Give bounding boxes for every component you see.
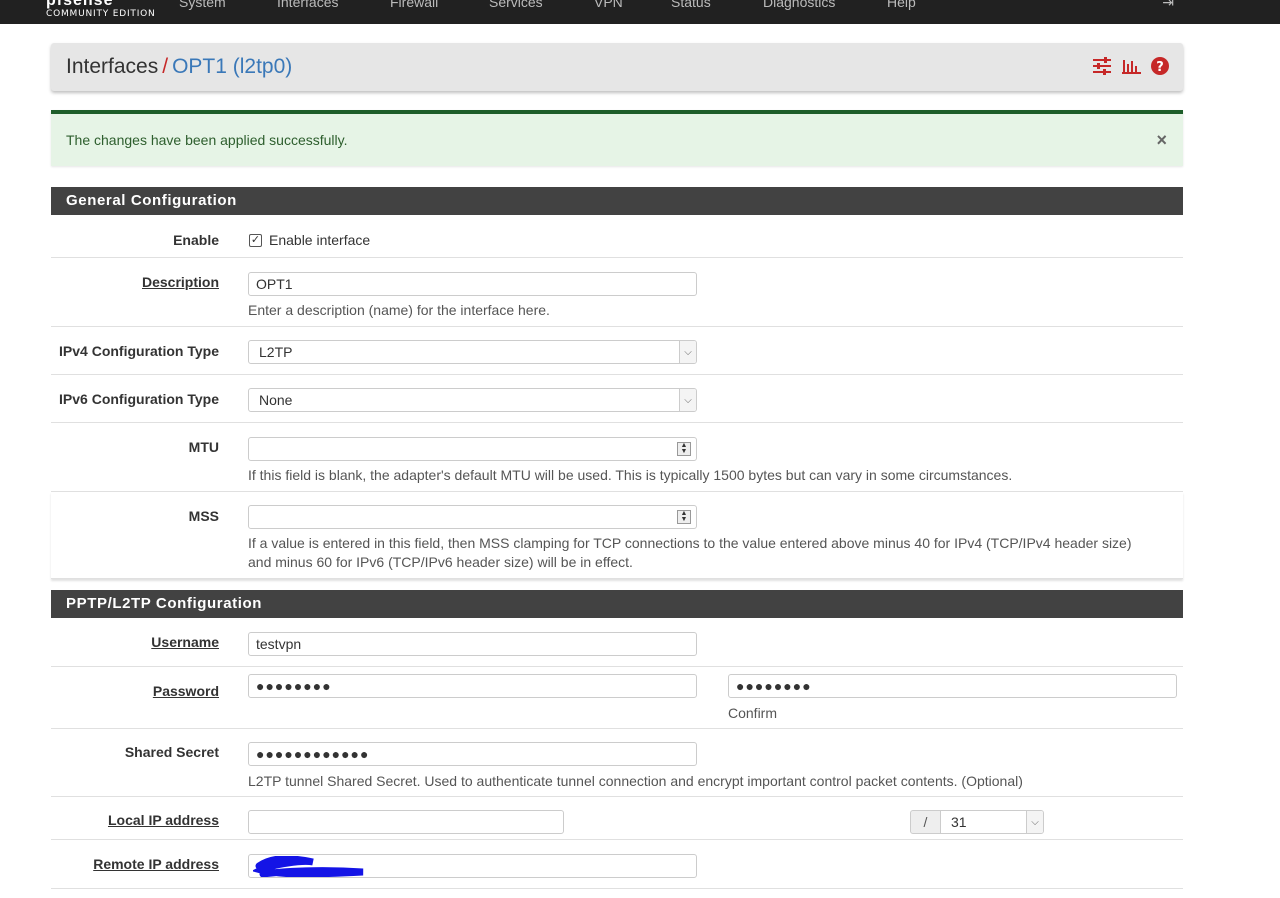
description-help: Enter a description (name) for the inter…: [248, 302, 550, 318]
breadcrumb-bar: Interfaces / OPT1 (l2tp0) ?: [51, 43, 1183, 91]
shared-secret-row: Shared Secret ●●●●●●●●●●●● L2TP tunnel S…: [51, 729, 1183, 797]
subnet-value: 31: [951, 814, 967, 830]
nav-diagnostics[interactable]: Diagnostics: [763, 0, 835, 10]
spinner-icon[interactable]: ▲ ▼: [677, 442, 691, 456]
logo-edition: COMMUNITY EDITION: [46, 9, 156, 19]
breadcrumb-separator: /: [162, 55, 169, 78]
local-ip-label: Local IP address: [107, 812, 219, 828]
ipv6-type-select[interactable]: None ⌵: [248, 388, 697, 412]
description-input[interactable]: OPT1: [248, 272, 697, 296]
chevron-down-icon: ⌵: [679, 389, 696, 411]
description-row: Description OPT1 Enter a description (na…: [51, 258, 1183, 327]
mss-input[interactable]: ▲ ▼: [248, 505, 697, 529]
password-confirm-input[interactable]: ●●●●●●●●: [728, 674, 1177, 698]
enable-checkbox[interactable]: ✓: [249, 234, 262, 247]
nav-system[interactable]: System: [179, 0, 226, 10]
password-label: Password: [152, 683, 219, 699]
breadcrumb: Interfaces / OPT1 (l2tp0): [66, 55, 292, 79]
breadcrumb-parent[interactable]: Interfaces: [66, 55, 158, 78]
remote-ip-row: Remote IP address: [51, 840, 1183, 889]
bar-chart-icon[interactable]: [1122, 58, 1141, 79]
mss-label: MSS: [188, 508, 219, 524]
ipv6-type-value: None: [259, 392, 293, 408]
nav-status[interactable]: Status: [671, 0, 711, 10]
help-icon[interactable]: ?: [1151, 57, 1169, 80]
spinner-icon[interactable]: ▲ ▼: [677, 510, 691, 524]
mtu-help: If this field is blank, the adapter's de…: [248, 467, 1013, 483]
redaction-scribble: [253, 856, 364, 877]
next-row: [51, 889, 1183, 898]
description-label: Description: [141, 274, 219, 290]
shared-secret-label: Shared Secret: [124, 744, 219, 760]
remote-ip-input[interactable]: [248, 854, 697, 878]
svg-text:?: ?: [1156, 60, 1164, 75]
password-input[interactable]: ●●●●●●●●: [248, 674, 697, 698]
sliders-icon[interactable]: [1092, 57, 1112, 80]
ipv4-type-row: IPv4 Configuration Type L2TP ⌵: [51, 327, 1183, 375]
mss-help: If a value is entered in this field, the…: [248, 535, 1132, 570]
mtu-label: MTU: [188, 439, 219, 455]
pfsense-logo[interactable]: pfsense COMMUNITY EDITION: [46, 0, 156, 24]
username-label: Username: [151, 634, 219, 650]
success-alert: The changes have been applied successful…: [51, 110, 1183, 166]
alert-message: The changes have been applied successful…: [66, 132, 348, 148]
remote-ip-label: Remote IP address: [93, 856, 219, 872]
close-icon[interactable]: ×: [1156, 130, 1167, 151]
ipv4-type-label: IPv4 Configuration Type: [59, 343, 219, 359]
nav-interfaces[interactable]: Interfaces: [277, 0, 338, 10]
enable-text[interactable]: Enable interface: [269, 232, 370, 248]
ipv4-type-value: L2TP: [259, 344, 293, 360]
ipv6-type-row: IPv6 Configuration Type None ⌵: [51, 375, 1183, 423]
mtu-row: MTU ▲ ▼ If this field is blank, the adapt…: [51, 423, 1183, 492]
username-row: Username testvpn: [51, 618, 1183, 667]
enable-label: Enable: [173, 232, 219, 248]
password-row: Password ●●●●●●●● ●●●●●●●● Confirm: [51, 667, 1183, 729]
local-ip-row: Local IP address / 31 ⌵: [51, 797, 1183, 840]
nav-help[interactable]: Help: [887, 0, 916, 10]
breadcrumb-current[interactable]: OPT1 (l2tp0): [172, 55, 292, 78]
logout-icon[interactable]: ⇥: [1162, 0, 1174, 11]
username-input[interactable]: testvpn: [248, 632, 697, 656]
shared-secret-input[interactable]: ●●●●●●●●●●●●: [248, 742, 697, 766]
ipv4-type-select[interactable]: L2TP ⌵: [248, 340, 697, 364]
pptp-config-heading: PPTP/L2TP Configuration: [51, 590, 1183, 618]
ipv6-type-label: IPv6 Configuration Type: [59, 391, 219, 407]
chevron-down-icon: ⌵: [1026, 811, 1043, 833]
nav-vpn[interactable]: VPN: [594, 0, 623, 10]
subnet-slash: /: [910, 810, 941, 834]
confirm-help: Confirm: [728, 705, 778, 721]
shared-secret-help: L2TP tunnel Shared Secret. Used to authe…: [248, 773, 1023, 789]
subnet-select[interactable]: 31 ⌵: [940, 810, 1044, 834]
top-navbar: pfsense COMMUNITY EDITION System Interfa…: [0, 0, 1280, 24]
general-config-heading: General Configuration: [51, 187, 1183, 215]
nav-firewall[interactable]: Firewall: [390, 0, 438, 10]
nav-services[interactable]: Services: [489, 0, 543, 10]
enable-row: Enable ✓ Enable interface: [51, 215, 1183, 258]
local-ip-input[interactable]: [248, 810, 564, 834]
chevron-down-icon: ⌵: [679, 341, 696, 363]
mss-row: MSS ▲ ▼ If a value is entered in this fie…: [51, 492, 1183, 579]
mtu-input[interactable]: ▲ ▼: [248, 437, 697, 461]
